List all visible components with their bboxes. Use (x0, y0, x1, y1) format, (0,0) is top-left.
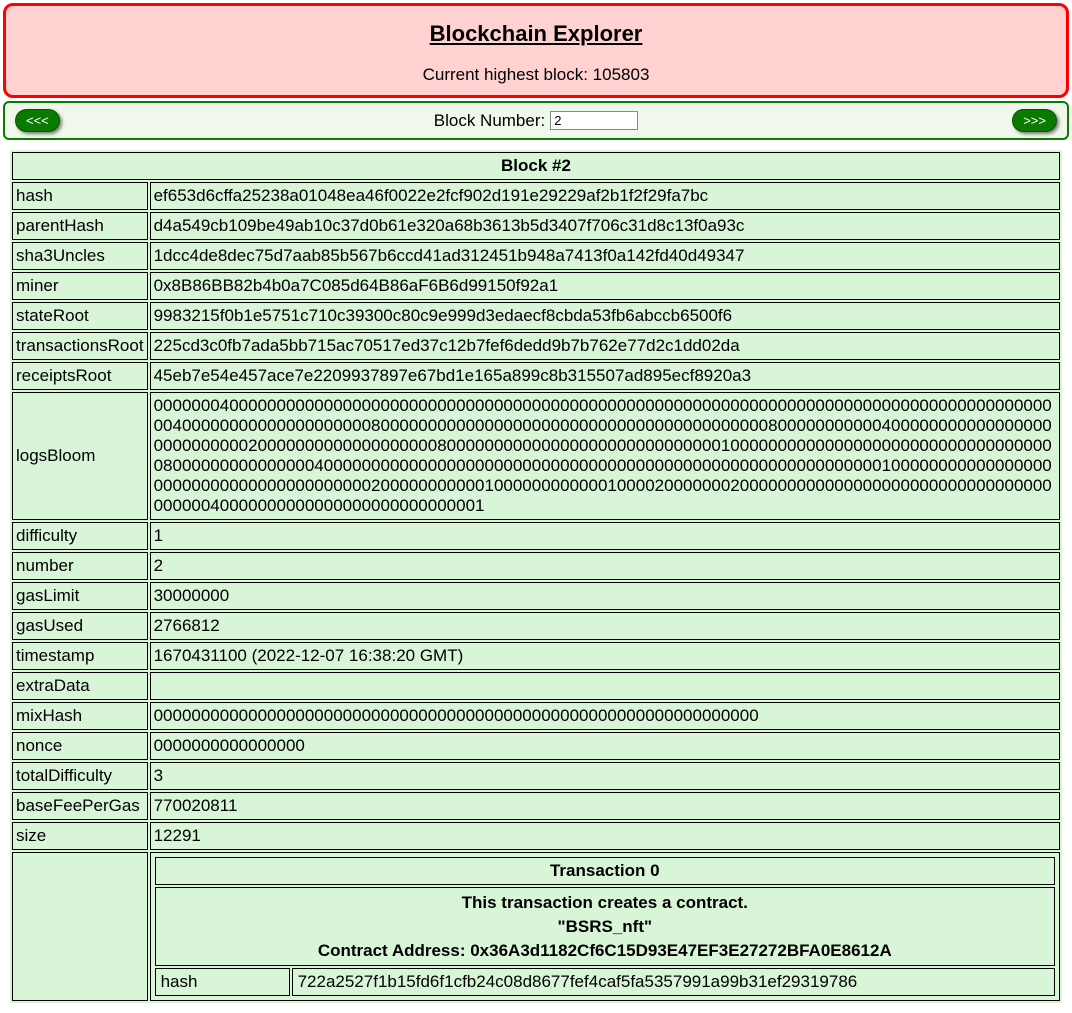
field-key: size (12, 822, 148, 850)
field-value: 45eb7e54e457ace7e2209937897e67bd1e165a89… (150, 362, 1060, 390)
field-value: 1670431100 (2022-12-07 16:38:20 GMT) (150, 642, 1060, 670)
field-value: 225cd3c0fb7ada5bb715ac70517ed37c12b7fef6… (150, 332, 1060, 360)
field-key: transactionsRoot (12, 332, 148, 360)
prev-block-button[interactable]: <<< (15, 109, 60, 132)
transaction-title: Transaction 0 (155, 857, 1055, 885)
table-row: receiptsRoot45eb7e54e457ace7e2209937897e… (12, 362, 1060, 390)
table-row: miner0x8B86BB82b4b0a7C085d64B86aF6B6d991… (12, 272, 1060, 300)
highest-block-label: Current highest block: 105803 (16, 65, 1056, 85)
field-value: ef653d6cffa25238a01048ea46f0022e2fcf902d… (150, 182, 1060, 210)
field-value: 770020811 (150, 792, 1060, 820)
block-number-input[interactable] (550, 111, 638, 130)
field-value: 1 (150, 522, 1060, 550)
table-row: totalDifficulty3 (12, 762, 1060, 790)
field-value: 30000000 (150, 582, 1060, 610)
block-table-title: Block #2 (12, 152, 1060, 180)
field-value: 12291 (150, 822, 1060, 850)
field-key: stateRoot (12, 302, 148, 330)
table-row: sha3Uncles1dcc4de8dec75d7aab85b567b6ccd4… (12, 242, 1060, 270)
block-number-label: Block Number: (434, 111, 545, 131)
header-panel: Blockchain Explorer Current highest bloc… (3, 3, 1069, 98)
field-value: 3 (150, 762, 1060, 790)
table-row: extraData (12, 672, 1060, 700)
field-key: gasUsed (12, 612, 148, 640)
field-value (150, 672, 1060, 700)
field-value: 9983215f0b1e5751c710c39300c80c9e999d3eda… (150, 302, 1060, 330)
field-key: logsBloom (12, 392, 148, 520)
block-details-table: Block #2 hashef653d6cffa25238a01048ea46f… (10, 150, 1062, 1003)
table-row: timestamp1670431100 (2022-12-07 16:38:20… (12, 642, 1060, 670)
contract-note-line: "BSRS_nft" (161, 915, 1049, 939)
table-row: transactionsRoot225cd3c0fb7ada5bb715ac70… (12, 332, 1060, 360)
field-key: hash (155, 968, 290, 996)
field-value: 2766812 (150, 612, 1060, 640)
field-key: extraData (12, 672, 148, 700)
field-key: hash (12, 182, 148, 210)
field-key: nonce (12, 732, 148, 760)
next-block-button[interactable]: >>> (1012, 109, 1057, 132)
field-value: 1dcc4de8dec75d7aab85b567b6ccd41ad312451b… (150, 242, 1060, 270)
field-key: baseFeePerGas (12, 792, 148, 820)
field-value: d4a549cb109be49ab10c37d0b61e320a68b3613b… (150, 212, 1060, 240)
field-value: 722a2527f1b15fd6f1cfb24c08d8677fef4caf5f… (292, 968, 1055, 996)
field-key: parentHash (12, 212, 148, 240)
table-row: parentHashd4a549cb109be49ab10c37d0b61e32… (12, 212, 1060, 240)
table-row: hashef653d6cffa25238a01048ea46f0022e2fcf… (12, 182, 1060, 210)
field-key: miner (12, 272, 148, 300)
table-row: gasLimit30000000 (12, 582, 1060, 610)
contract-note-line: Contract Address: 0x36A3d1182Cf6C15D93E4… (161, 939, 1049, 963)
field-key: totalDifficulty (12, 762, 148, 790)
field-key: gasLimit (12, 582, 148, 610)
table-row: baseFeePerGas770020811 (12, 792, 1060, 820)
table-row: Transaction 0This transaction creates a … (12, 852, 1060, 1001)
table-row: logsBloom0000000400000000000000000000000… (12, 392, 1060, 520)
table-row: number2 (12, 552, 1060, 580)
field-value: 2 (150, 552, 1060, 580)
field-value: 0000000000000000 (150, 732, 1060, 760)
table-row: stateRoot9983215f0b1e5751c710c39300c80c9… (12, 302, 1060, 330)
contract-note-line: This transaction creates a contract. (161, 891, 1049, 915)
page-title: Blockchain Explorer (16, 21, 1056, 47)
block-number-control: Block Number: (434, 111, 638, 131)
field-key (12, 852, 148, 1001)
field-key: mixHash (12, 702, 148, 730)
field-key: number (12, 552, 148, 580)
field-value: 0000000400000000000000000000000000000000… (150, 392, 1060, 520)
transaction-cell: Transaction 0This transaction creates a … (150, 852, 1060, 1001)
table-row: difficulty1 (12, 522, 1060, 550)
table-row: mixHash000000000000000000000000000000000… (12, 702, 1060, 730)
field-value: 0x8B86BB82b4b0a7C085d64B86aF6B6d99150f92… (150, 272, 1060, 300)
table-row: hash722a2527f1b15fd6f1cfb24c08d8677fef4c… (155, 968, 1055, 996)
contract-note: This transaction creates a contract."BSR… (155, 887, 1055, 966)
field-key: difficulty (12, 522, 148, 550)
field-value: 0000000000000000000000000000000000000000… (150, 702, 1060, 730)
table-row: gasUsed2766812 (12, 612, 1060, 640)
field-key: receiptsRoot (12, 362, 148, 390)
field-key: sha3Uncles (12, 242, 148, 270)
table-row: size12291 (12, 822, 1060, 850)
transaction-table: Transaction 0This transaction creates a … (153, 855, 1057, 998)
block-nav-panel: <<< Block Number: >>> (3, 101, 1069, 140)
field-key: timestamp (12, 642, 148, 670)
table-row: nonce0000000000000000 (12, 732, 1060, 760)
